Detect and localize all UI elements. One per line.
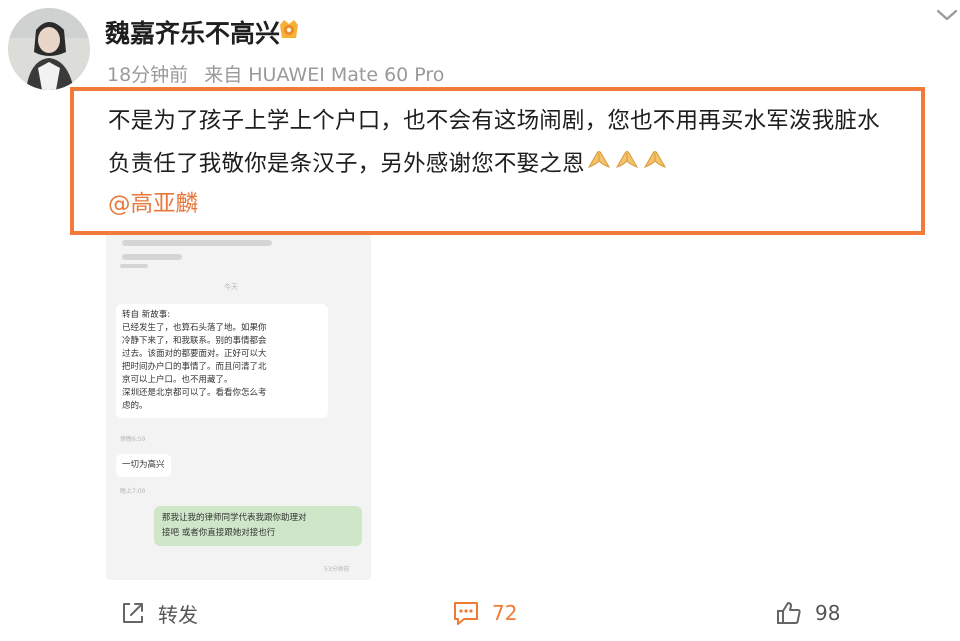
chat-timestamp: 53分钟前 (324, 566, 350, 573)
comment-count: 72 (492, 601, 518, 625)
post-source: 来自 HUAWEI Mate 60 Pro (204, 64, 445, 86)
mention-link[interactable]: @高亚麟 (108, 183, 198, 226)
author-avatar[interactable] (8, 8, 90, 90)
thumbs-up-icon (777, 602, 801, 624)
blurred-text (122, 254, 182, 260)
author-name[interactable]: 魏嘉齐乐不高兴 (105, 14, 280, 50)
comment-button[interactable]: 72 (452, 600, 517, 626)
comment-icon (454, 602, 478, 625)
post-meta: 18分钟前 来自 HUAWEI Mate 60 Pro (107, 60, 444, 87)
like-button[interactable]: 98 (775, 600, 840, 626)
chat-date-label: 今天 (224, 283, 238, 291)
post-text: 不是为了孩子上学上个户口，也不会有这场闹剧，您也不用再买水军泼我脏水 负责任了我… (108, 100, 928, 186)
blurred-text (120, 264, 148, 268)
share-icon (123, 603, 143, 623)
chat-timestamp: 傍晚6:59 (120, 436, 146, 443)
repost-button[interactable]: 转发 (120, 600, 198, 627)
post-time: 18分钟前 (107, 64, 189, 86)
folded-hands-icon (641, 143, 669, 186)
vip-badge-icon (280, 20, 298, 38)
post-text-highlight-box: 不是为了孩子上学上个户口，也不会有这场闹剧，您也不用再买水军泼我脏水 负责任了我… (70, 87, 925, 235)
chat-bubble-outgoing: 那我让我的律师同学代表我跟你助理对 接吧 或者你直接跟她对接也行 (154, 506, 362, 546)
chat-bubble-incoming: 一切为高兴 (116, 454, 171, 477)
chat-timestamp: 晚上7:00 (120, 488, 146, 495)
blurred-text (122, 240, 272, 246)
repost-label: 转发 (158, 602, 198, 627)
like-count: 98 (815, 601, 841, 625)
folded-hands-icon (613, 143, 641, 186)
chat-bubble-incoming: 转自 新故事: 已经发生了，也算石头落了地。如果你 冷静下来了，和我联系。别的事… (116, 304, 328, 418)
post-text-line-2: 负责任了我敬你是条汉子，另外感谢您不娶之恩 (108, 143, 928, 186)
chevron-down-icon[interactable] (935, 6, 959, 24)
folded-hands-icon (585, 143, 613, 186)
chat-screenshot-image[interactable]: 今天 转自 新故事: 已经发生了，也算石头落了地。如果你 冷静下来了，和我联系。… (106, 208, 371, 580)
post-text-line: 不是为了孩子上学上个户口，也不会有这场闹剧，您也不用再买水军泼我脏水 (108, 108, 880, 134)
